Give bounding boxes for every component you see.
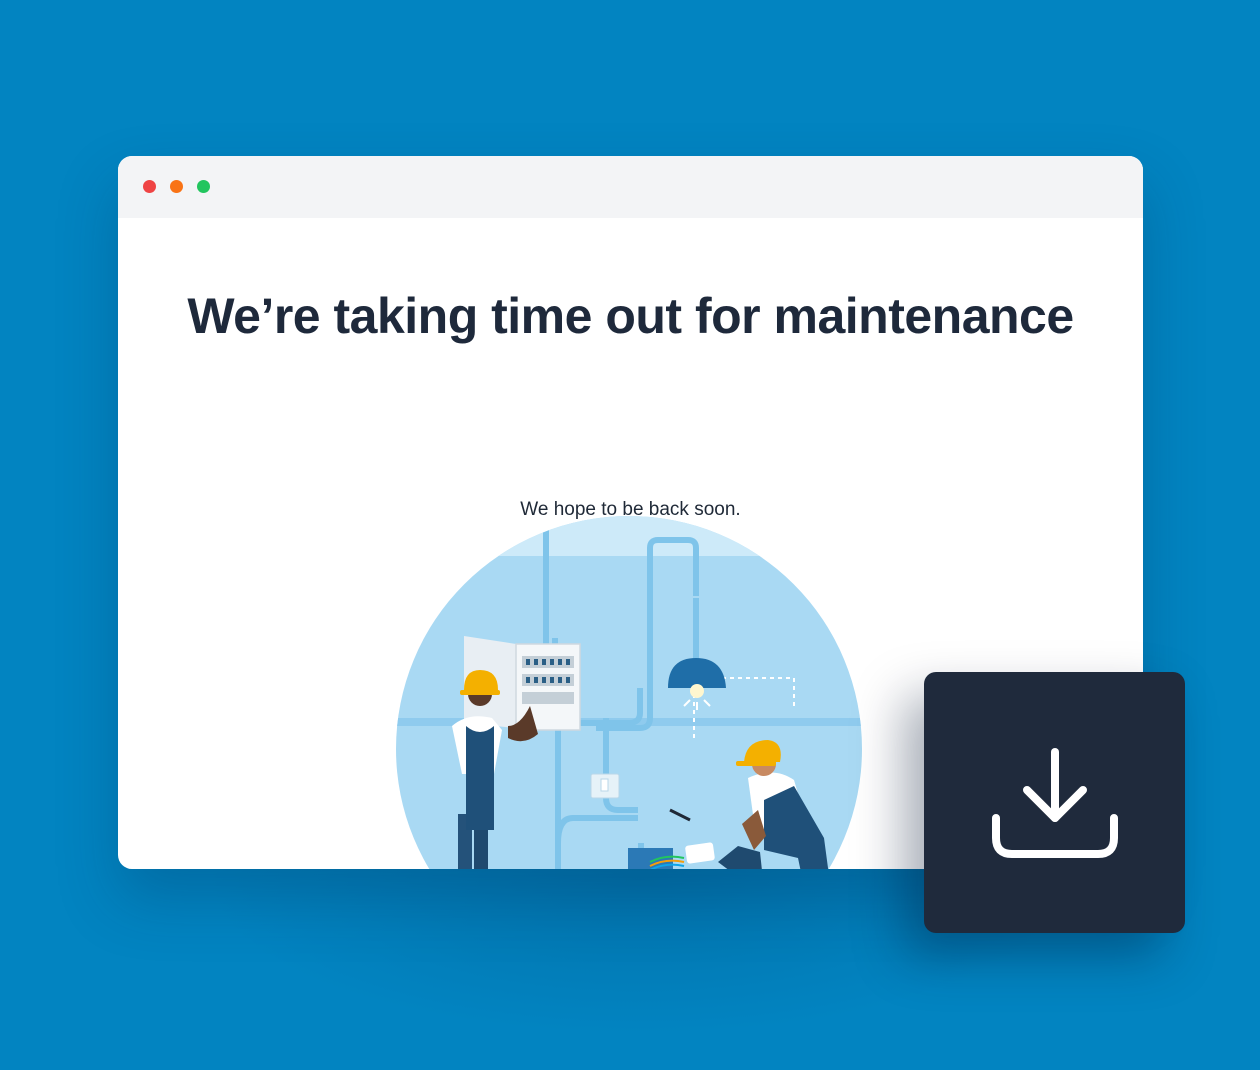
close-window-button[interactable] (143, 180, 156, 193)
maintenance-subline: We hope to be back soon. (520, 499, 741, 520)
download-icon (991, 747, 1118, 858)
minimize-window-button[interactable] (170, 180, 183, 193)
maintenance-headline: We’re taking time out for maintenance (187, 288, 1074, 344)
maximize-window-button[interactable] (197, 180, 210, 193)
light-switch (590, 773, 620, 799)
download-button[interactable] (924, 672, 1185, 933)
browser-titlebar (118, 156, 1143, 218)
